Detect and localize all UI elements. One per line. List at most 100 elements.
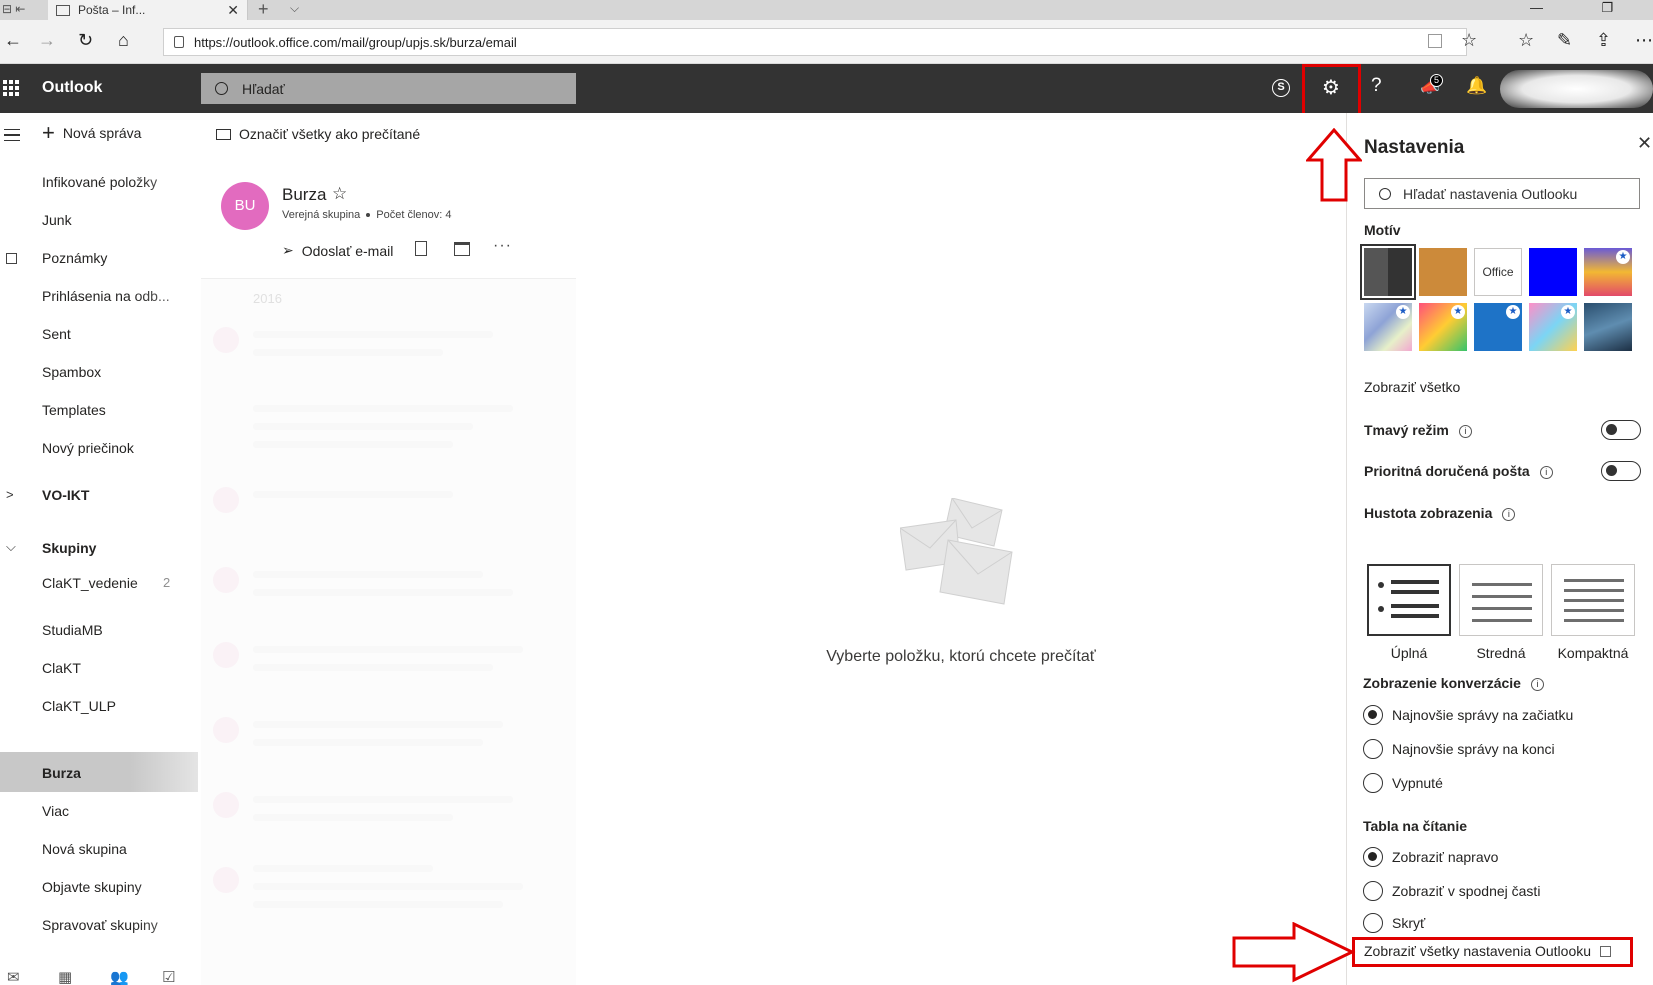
theme-unicorn[interactable]: ★ <box>1419 303 1467 351</box>
star-icon: ★ <box>1561 305 1575 319</box>
envelope-open-icon <box>216 128 231 140</box>
dark-mode-label: Tmavý režim i <box>1364 422 1472 438</box>
search-input[interactable]: Hľadať <box>201 73 576 104</box>
favorite-star-icon[interactable]: ☆ <box>1461 30 1477 51</box>
theme-header: Motív <box>1364 222 1401 238</box>
avatar[interactable] <box>1500 70 1653 108</box>
favorites-icon[interactable]: ☆ <box>1518 30 1534 51</box>
theme-circuit[interactable]: ★ <box>1474 303 1522 351</box>
folder-templates[interactable]: Templates <box>42 402 106 418</box>
group-burza[interactable]: Burza <box>42 765 81 781</box>
dark-mode-toggle[interactable] <box>1601 420 1641 440</box>
group-clakt-ulp[interactable]: ClaKT_ULP <box>42 698 116 714</box>
mark-all-read-label: Označiť všetky ako prečítané <box>239 126 421 142</box>
discover-groups-link[interactable]: Objavte skupiny <box>42 879 142 895</box>
outlook-header: Outlook Hľadať S ⚙ ? 📣 5 🔔 <box>0 64 1653 113</box>
tab-list-chevron-icon[interactable]: ⌵ <box>290 1 299 16</box>
density-full-option[interactable] <box>1367 564 1451 636</box>
files-icon[interactable] <box>415 241 427 256</box>
new-tab-icon[interactable]: + <box>258 0 269 18</box>
arrow-right-annotation <box>1232 922 1356 983</box>
focused-inbox-toggle[interactable] <box>1601 461 1641 481</box>
tab-title: Pošta – Inf... <box>78 3 146 17</box>
density-full-label: Úplná <box>1390 645 1428 661</box>
app-launcher-icon[interactable] <box>3 80 19 96</box>
group-header-card: BU Burza ☆ Verejná skupina Počet členov: … <box>201 157 576 279</box>
info-icon[interactable]: i <box>1458 425 1472 438</box>
theme-office[interactable]: Office <box>1474 248 1522 296</box>
folder-spambox[interactable]: Spambox <box>42 364 101 380</box>
tasks-icon[interactable]: ☑ <box>162 968 175 985</box>
refresh-icon[interactable]: ↻ <box>78 30 93 51</box>
calendar-icon[interactable]: ▦ <box>58 968 72 985</box>
group-clakt-vedenie[interactable]: ClaKT_vedenie <box>42 575 138 591</box>
tab-close-icon[interactable]: ✕ <box>227 2 239 19</box>
browser-tab[interactable]: Pošta – Inf... ✕ <box>48 0 248 20</box>
settings-search-input[interactable]: Hľadať nastavenia Outlooku <box>1364 178 1640 209</box>
theme-pixel[interactable]: ★ <box>1529 303 1577 351</box>
show-all-themes-link[interactable]: Zobraziť všetko <box>1364 379 1460 395</box>
restore-icon[interactable]: ❐ <box>1601 0 1613 16</box>
home-icon[interactable]: ⌂ <box>118 30 129 51</box>
group-studiamb[interactable]: StudiaMB <box>42 622 103 638</box>
reading-view-icon[interactable] <box>1428 34 1442 48</box>
more-icon[interactable]: ⋯ <box>1635 30 1653 51</box>
density-medium-option[interactable] <box>1459 564 1543 636</box>
groups-header[interactable]: Skupiny <box>42 540 96 556</box>
back-icon[interactable]: ← <box>4 30 22 51</box>
notification-badge: 5 <box>1430 74 1443 87</box>
mark-all-read-button[interactable]: Označiť všetky ako prečítané <box>216 126 420 142</box>
info-icon[interactable]: i <box>1502 508 1516 521</box>
theme-mountain[interactable] <box>1584 303 1632 351</box>
theme-orange[interactable] <box>1419 248 1467 296</box>
folder-new[interactable]: Nový priečinok <box>42 440 134 456</box>
settings-title: Nastavenia <box>1364 137 1465 158</box>
group-avatar[interactable]: BU <box>221 182 269 230</box>
settings-search-placeholder: Hľadať nastavenia Outlooku <box>1403 185 1578 202</box>
new-message-button[interactable]: + Nová správa <box>42 120 141 145</box>
share-icon[interactable]: ⇪ <box>1596 30 1611 51</box>
tab-actions-icon[interactable]: ⊟ ⇤ <box>2 2 25 16</box>
group-meta: Verejná skupina Počet členov: 4 <box>282 209 452 221</box>
group-type: Verejná skupina <box>282 209 361 221</box>
url-input[interactable]: https://outlook.office.com/mail/group/up… <box>163 28 1467 56</box>
view-all-settings-link[interactable]: Zobraziť všetky nastavenia Outlooku <box>1364 943 1591 959</box>
folder-notes[interactable]: Poznámky <box>42 250 107 266</box>
help-icon[interactable]: ? <box>1371 75 1382 97</box>
brand-title[interactable]: Outlook <box>42 79 102 97</box>
theme-colorful[interactable]: ★ <box>1584 248 1632 296</box>
skype-icon[interactable]: S <box>1272 79 1290 97</box>
hamburger-icon[interactable] <box>4 129 20 141</box>
groups-more[interactable]: Viac <box>42 803 69 819</box>
density-medium-label: Stredná <box>1476 645 1526 661</box>
info-icon[interactable]: i <box>1539 466 1553 479</box>
bell-icon[interactable]: 🔔 <box>1466 76 1487 96</box>
focused-inbox-text: Prioritná doručená pošta <box>1364 463 1530 479</box>
mail-icon[interactable]: ✉ <box>7 968 20 985</box>
group-clakt[interactable]: ClaKT <box>42 660 81 676</box>
lock-icon <box>174 36 184 48</box>
folder-sent[interactable]: Sent <box>42 326 71 342</box>
calendar-icon[interactable] <box>454 242 470 256</box>
plus-icon: + <box>42 120 55 145</box>
browser-address-bar: ← → ↻ ⌂ https://outlook.office.com/mail/… <box>0 20 1653 64</box>
pen-icon[interactable]: ✎ <box>1557 30 1572 51</box>
star-icon[interactable]: ☆ <box>332 184 347 204</box>
new-group-link[interactable]: Nová skupina <box>42 841 127 857</box>
folder-junk[interactable]: Junk <box>42 212 72 228</box>
send-email-button[interactable]: ➢ Odoslať e-mail <box>282 242 393 259</box>
theme-dark[interactable] <box>1360 244 1416 300</box>
density-compact-option[interactable] <box>1551 564 1635 636</box>
theme-abstract[interactable]: ★ <box>1364 303 1412 351</box>
account-vo-ikt[interactable]: VO-IKT <box>42 487 89 503</box>
people-icon[interactable]: 👥 <box>110 968 129 985</box>
minimize-icon[interactable]: — <box>1530 0 1543 15</box>
chevron-down-icon[interactable]: ⌵ <box>6 539 16 555</box>
theme-blue[interactable] <box>1529 248 1577 296</box>
envelopes-illustration <box>900 498 1013 605</box>
more-icon[interactable]: ··· <box>493 237 512 255</box>
forward-icon[interactable]: → <box>38 30 56 51</box>
search-icon <box>1379 187 1391 200</box>
chevron-right-icon[interactable]: > <box>6 487 14 502</box>
close-icon[interactable]: ✕ <box>1637 133 1652 154</box>
